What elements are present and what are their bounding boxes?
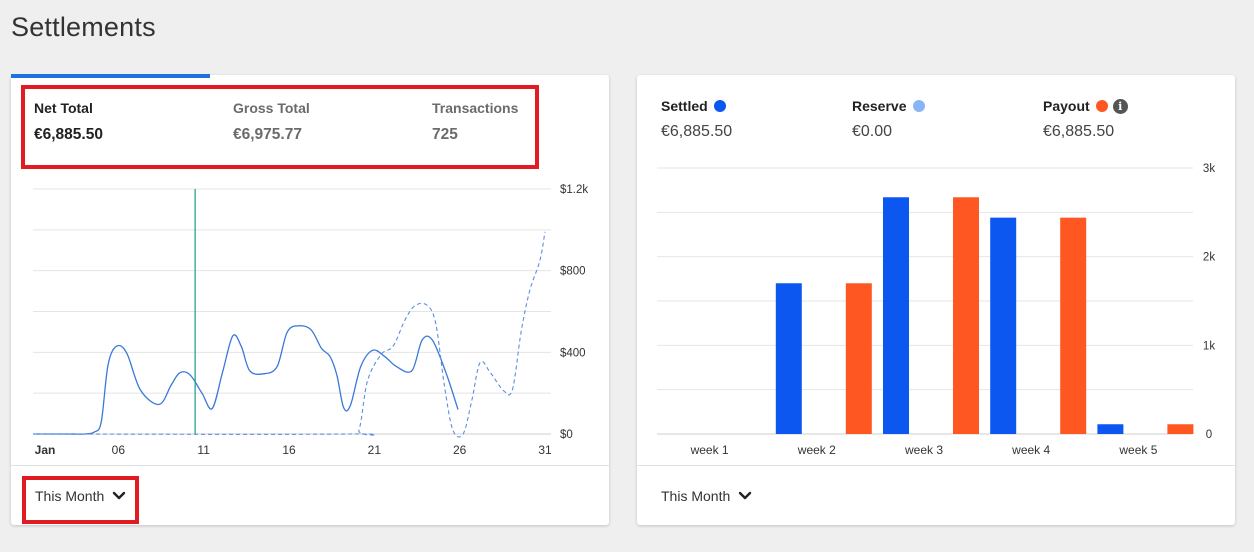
payout-bar[interactable] bbox=[1167, 424, 1194, 434]
summary-highlight-box bbox=[21, 85, 539, 169]
settled-stat: Settled €6,885.50 bbox=[661, 98, 732, 141]
settlement-bar-chart[interactable]: 0 1k 2k 3k week 1 week 2 week 3 week 4 week 5 bbox=[637, 155, 1235, 465]
x-tick-label: week 1 bbox=[690, 443, 729, 457]
x-tick-label: 11 bbox=[197, 443, 210, 457]
reserve-label: Reserve bbox=[852, 98, 907, 114]
settled-bar[interactable] bbox=[1097, 424, 1124, 434]
x-tick-label: 31 bbox=[538, 443, 552, 457]
settlements-line-chart[interactable]: $0 $400 $800 $1.2k Jan 06 11 16 21 26 31 bbox=[11, 175, 609, 465]
settled-value: €6,885.50 bbox=[661, 123, 733, 140]
y-tick-label: 1k bbox=[1203, 340, 1215, 352]
x-tick-label: 16 bbox=[282, 443, 296, 457]
card-divider bbox=[637, 465, 1235, 466]
payout-stat: Payout i €6,885.50 bbox=[1043, 98, 1128, 141]
payout-legend-dot bbox=[1095, 100, 1108, 112]
y-tick-label: 0 bbox=[1206, 429, 1212, 441]
y-tick-label: $400 bbox=[560, 347, 586, 359]
active-tab-indicator bbox=[11, 74, 210, 78]
settled-bar[interactable] bbox=[775, 283, 802, 434]
settled-bar[interactable] bbox=[883, 197, 909, 434]
settled-legend-dot bbox=[713, 100, 726, 112]
dropdown-highlight-box bbox=[22, 476, 139, 524]
payout-bar[interactable] bbox=[1060, 217, 1087, 434]
info-icon[interactable]: i bbox=[1112, 98, 1128, 114]
bar-chart-gridlines bbox=[657, 167, 1193, 435]
payout-value: €6,885.50 bbox=[1043, 123, 1115, 140]
x-tick-label: 06 bbox=[112, 443, 126, 457]
reserve-stat: Reserve €0.00 bbox=[852, 98, 925, 141]
payout-bar[interactable] bbox=[953, 197, 979, 434]
y-tick-label: $0 bbox=[560, 429, 573, 441]
reserve-value: €0.00 bbox=[852, 123, 893, 140]
x-tick-label: week 5 bbox=[1118, 443, 1157, 457]
period-dropdown[interactable]: This Month bbox=[661, 488, 752, 504]
x-tick-label: week 3 bbox=[904, 443, 943, 457]
line-chart-gridlines bbox=[33, 188, 551, 435]
x-tick-label: 26 bbox=[453, 443, 467, 457]
settlement-breakdown-card: Settled €6,885.50 Reserve €0.00 Payout i… bbox=[637, 75, 1235, 525]
y-tick-label: 3k bbox=[1203, 163, 1215, 175]
page-title: Settlements bbox=[11, 12, 156, 42]
x-tick-label: 21 bbox=[368, 443, 382, 457]
card-divider bbox=[11, 465, 609, 466]
x-tick-label: week 4 bbox=[1011, 443, 1050, 457]
current-period-line bbox=[33, 325, 459, 435]
y-tick-label: 2k bbox=[1203, 252, 1215, 264]
payout-label: Payout bbox=[1043, 98, 1090, 114]
period-dropdown-value: This Month bbox=[661, 488, 731, 504]
y-tick-label: $800 bbox=[560, 266, 586, 278]
payout-bar[interactable] bbox=[845, 283, 872, 434]
settled-label: Settled bbox=[661, 98, 708, 114]
x-tick-label: Jan bbox=[35, 443, 56, 457]
previous-period-line bbox=[32, 231, 546, 438]
x-tick-label: week 2 bbox=[797, 443, 836, 457]
reserve-legend-dot bbox=[912, 100, 925, 112]
chevron-down-icon bbox=[739, 491, 752, 500]
settled-bar[interactable] bbox=[990, 217, 1017, 434]
y-tick-label: $1.2k bbox=[560, 184, 588, 196]
